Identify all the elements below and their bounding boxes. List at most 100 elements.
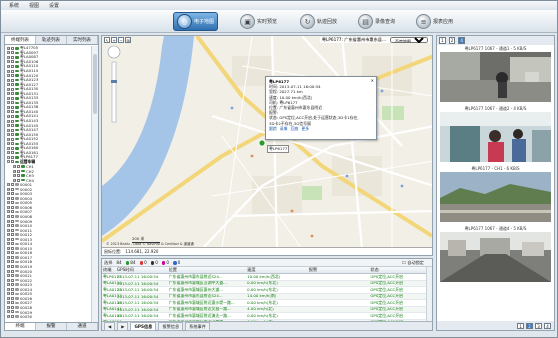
expand-icon[interactable]: + xyxy=(7,74,10,78)
expand-icon[interactable]: + xyxy=(7,60,10,64)
live-preview-button[interactable]: ▣ 实时预览 xyxy=(237,12,280,31)
layout-4-button[interactable]: 4 xyxy=(458,37,466,44)
tree-checkbox[interactable] xyxy=(11,128,14,132)
tab-terminal-list[interactable]: 终端列表 xyxy=(5,36,36,44)
expand-icon[interactable]: + xyxy=(7,64,10,68)
pointer-tool-icon[interactable]: ↖ xyxy=(104,37,110,43)
auto-lock-checkbox[interactable]: ☐ 自动锁定 xyxy=(402,260,424,266)
scroll-thumb[interactable] xyxy=(93,54,97,114)
tree-checkbox[interactable] xyxy=(11,278,14,282)
zoom-in-tool-icon[interactable]: + xyxy=(111,37,117,43)
page-4-button[interactable]: 4 xyxy=(544,322,551,329)
tree-checkbox[interactable] xyxy=(11,78,14,82)
expand-icon[interactable]: + xyxy=(7,255,10,259)
tree-checkbox[interactable] xyxy=(11,46,14,50)
tree-checkbox[interactable] xyxy=(11,55,14,59)
tab-track-list[interactable]: 轨迹列表 xyxy=(36,36,67,44)
tree-checkbox[interactable] xyxy=(11,205,14,209)
expand-icon[interactable]: + xyxy=(7,78,10,82)
expand-icon[interactable]: + xyxy=(7,287,10,291)
menu-settings[interactable]: 设置 xyxy=(49,2,59,9)
tree-checkbox[interactable] xyxy=(11,110,14,114)
expand-icon[interactable]: + xyxy=(7,69,10,73)
page-2-button[interactable]: 2 xyxy=(526,322,533,329)
expand-icon[interactable]: + xyxy=(7,296,10,300)
popup-close-icon[interactable]: ✕ xyxy=(371,78,374,83)
expand-icon[interactable]: + xyxy=(7,301,10,305)
tree-checkbox[interactable] xyxy=(11,64,14,68)
tree-checkbox[interactable] xyxy=(11,155,14,159)
expand-icon[interactable]: + xyxy=(7,124,10,128)
expand-icon[interactable]: + xyxy=(7,219,10,223)
tab-nav-prev-icon[interactable]: ◀ xyxy=(104,321,116,331)
menu-system[interactable]: 系统 xyxy=(9,2,19,9)
popup-link-video[interactable]: 录像 xyxy=(280,126,288,131)
expand-icon[interactable]: + xyxy=(7,187,10,191)
expand-icon[interactable]: + xyxy=(7,251,10,255)
tab-alarm-info[interactable]: 报警信息 xyxy=(158,321,184,331)
map-canvas[interactable] xyxy=(102,36,433,250)
expand-icon[interactable]: + xyxy=(7,51,10,55)
expand-icon[interactable]: + xyxy=(7,260,10,264)
expand-icon[interactable]: + xyxy=(7,87,10,91)
expand-icon[interactable]: + xyxy=(7,192,10,196)
expand-icon[interactable]: + xyxy=(7,310,10,314)
map-provider-select[interactable]: 百度地图 xyxy=(390,37,428,43)
expand-icon[interactable]: + xyxy=(7,119,10,123)
tree-checkbox[interactable] xyxy=(17,169,20,173)
expand-icon[interactable]: + xyxy=(7,205,10,209)
expand-icon[interactable]: + xyxy=(13,174,16,178)
tab-gps-info[interactable]: GPS信息 xyxy=(130,321,157,331)
tree-checkbox[interactable] xyxy=(11,210,14,214)
expand-icon[interactable]: + xyxy=(7,233,10,237)
expand-icon[interactable]: + xyxy=(7,237,10,241)
tree-checkbox[interactable] xyxy=(11,51,14,55)
map-view[interactable]: 粤LP6177: 广东省惠州市惠东县... 百度地图 ↖ + − ⊞ 粤LP61… xyxy=(101,35,433,256)
collapse-icon[interactable]: − xyxy=(7,160,10,164)
tree-checkbox[interactable] xyxy=(11,60,14,64)
expand-icon[interactable]: + xyxy=(7,55,10,59)
tree-checkbox[interactable] xyxy=(11,274,14,278)
expand-icon[interactable]: + xyxy=(7,105,10,109)
filter-online[interactable]: 84 xyxy=(125,260,136,265)
track-playback-button[interactable]: ↻ 轨迹回放 xyxy=(297,12,340,31)
tree-checkbox[interactable] xyxy=(11,305,14,309)
ruler-tool-icon[interactable]: ⊞ xyxy=(125,37,131,43)
expand-icon[interactable]: + xyxy=(7,114,10,118)
tree-checkbox[interactable] xyxy=(11,219,14,223)
tree-checkbox[interactable] xyxy=(11,183,14,187)
video-pane-1[interactable]: 粤LP6177 1067 - 通道1 - 5 KB/S xyxy=(440,46,551,102)
col-status[interactable]: 状态 xyxy=(370,267,432,273)
tree-checkbox[interactable] xyxy=(17,174,20,178)
expand-icon[interactable]: + xyxy=(7,46,10,50)
tree-checkbox[interactable] xyxy=(11,69,14,73)
expand-icon[interactable]: + xyxy=(7,269,10,273)
map-button[interactable]: ◎ 电子地图 xyxy=(173,12,219,31)
layout-1-button[interactable]: 1 xyxy=(439,37,446,44)
expand-icon[interactable]: + xyxy=(7,96,10,100)
expand-icon[interactable]: + xyxy=(7,224,10,228)
tree-checkbox[interactable] xyxy=(11,142,14,146)
filter-alarm[interactable]: 0 xyxy=(139,260,147,265)
tree-checkbox[interactable] xyxy=(11,137,14,141)
tree-checkbox[interactable] xyxy=(11,269,14,273)
tab-alarm[interactable]: 报警 xyxy=(36,323,67,330)
tree-checkbox[interactable] xyxy=(17,164,20,168)
expand-icon[interactable]: + xyxy=(13,164,16,168)
tree-checkbox[interactable] xyxy=(11,83,14,87)
tree-checkbox[interactable] xyxy=(11,105,14,109)
expand-icon[interactable]: + xyxy=(7,283,10,287)
tree-checkbox[interactable] xyxy=(11,201,14,205)
tree-checkbox[interactable] xyxy=(11,215,14,218)
popup-link-playback[interactable]: 回放 xyxy=(291,126,299,131)
expand-icon[interactable]: + xyxy=(7,278,10,282)
tree-item[interactable]: +00030 xyxy=(5,314,91,319)
expand-icon[interactable]: + xyxy=(7,83,10,87)
filter-offline[interactable]: 0 xyxy=(150,260,158,265)
tree-checkbox[interactable] xyxy=(11,310,14,314)
tree-checkbox[interactable] xyxy=(11,292,14,296)
tree-scrollbar[interactable] xyxy=(91,46,98,323)
tree-checkbox[interactable] xyxy=(11,228,14,232)
expand-icon[interactable]: + xyxy=(7,210,10,214)
expand-icon[interactable]: + xyxy=(7,246,10,250)
